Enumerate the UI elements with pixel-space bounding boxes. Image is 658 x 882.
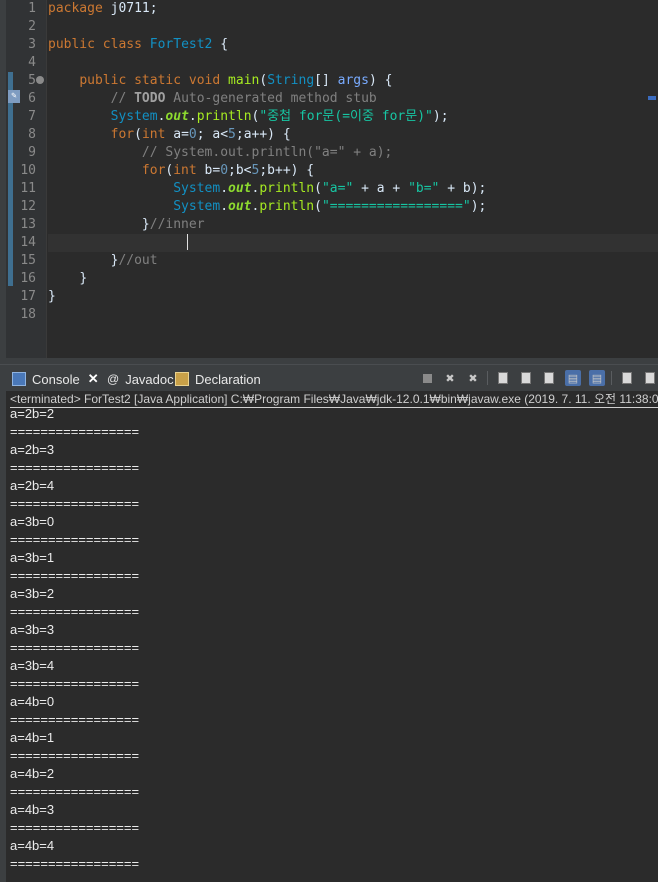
line-number: 16	[20, 271, 36, 286]
console-status-label: <terminated> ForTest2 [Java Application]…	[10, 391, 658, 408]
console-line: =================	[10, 640, 140, 655]
console-line: =================	[10, 856, 140, 871]
line-number: 1	[28, 1, 36, 16]
console-line: a=3b=4	[10, 658, 55, 673]
word-wrap-button[interactable]	[541, 370, 557, 386]
code-line: public static void main(String[] args) {	[79, 73, 393, 88]
display-console-button[interactable]	[642, 370, 658, 386]
console-line: a=4b=1	[10, 730, 55, 745]
console-line: a=3b=1	[10, 550, 55, 565]
tab-console-label: Console	[32, 371, 80, 387]
close-icon[interactable]: ✕	[88, 371, 99, 387]
line-number: 12	[20, 199, 36, 214]
code-line: System.out.println("a=" + a + "b=" + b);	[173, 181, 487, 196]
stop-icon	[422, 373, 432, 383]
terminate-button[interactable]	[419, 370, 435, 386]
console-line: a=2b=3	[10, 442, 55, 457]
line-number: 15	[20, 253, 36, 268]
stdout-icon: ▤	[567, 372, 579, 385]
remove-all-icon: ✖	[468, 372, 478, 385]
view-tab-bar: Console ✕ @ Javadoc Declaration ✖ ✖ ▤ ▤	[0, 364, 658, 392]
line-number: 17	[20, 289, 36, 304]
line-number: 5	[28, 73, 36, 88]
console-line: =================	[10, 424, 140, 439]
current-code-line	[48, 234, 658, 252]
console-line: a=4b=0	[10, 694, 55, 709]
console-line: =================	[10, 496, 140, 511]
tab-javadoc[interactable]: @ Javadoc	[107, 369, 174, 389]
console-line: =================	[10, 532, 140, 547]
code-line: for(int b=0;b<5;b++) {	[141, 163, 315, 178]
console-line: =================	[10, 712, 140, 727]
console-line: =================	[10, 604, 140, 619]
console-line: a=3b=0	[10, 514, 55, 529]
show-on-stderr-button[interactable]: ▤	[589, 370, 605, 386]
console-line: =================	[10, 568, 140, 583]
code-line: System.out.println("=================");	[173, 199, 487, 214]
tab-declaration-label: Declaration	[195, 371, 261, 387]
code-line: public class ForTest2 {	[48, 37, 229, 52]
line-number: 2	[28, 19, 36, 34]
console-line: a=2b=4	[10, 478, 55, 493]
fold-collapse-icon[interactable]	[36, 76, 44, 84]
console-line: =================	[10, 820, 140, 835]
console-line: a=4b=4	[10, 838, 55, 853]
javadoc-icon: @	[107, 372, 120, 386]
tab-javadoc-label: Javadoc	[125, 371, 174, 387]
console-output[interactable]: <terminated> ForTest2 [Java Application]…	[6, 391, 658, 882]
line-number: 18	[20, 307, 36, 322]
line-number: 8	[28, 127, 36, 142]
console-line: =================	[10, 460, 140, 475]
line-number: 14	[20, 235, 36, 250]
text-caret	[187, 234, 188, 250]
console-icon	[12, 372, 26, 386]
line-number: 10	[20, 163, 36, 178]
console-line: a=3b=2	[10, 586, 55, 601]
code-line: // System.out.println("a=" + a);	[141, 145, 393, 160]
remove-all-terminated-button[interactable]: ✖	[465, 370, 481, 386]
code-line: for(int a=0; a<5;a++) {	[110, 127, 291, 142]
console-line: a=4b=3	[10, 802, 55, 817]
console-line: a=3b=3	[10, 622, 55, 637]
line-number: 6	[28, 91, 36, 106]
code-line: }	[79, 271, 88, 286]
overview-ruler-marker[interactable]	[648, 96, 656, 100]
scroll-lock-icon	[521, 372, 531, 384]
toolbar-separator	[487, 371, 488, 385]
tab-console[interactable]: Console ✕	[12, 369, 99, 389]
line-number: 4	[28, 55, 36, 70]
remove-icon: ✖	[445, 372, 455, 385]
tab-declaration[interactable]: Declaration	[175, 369, 261, 389]
clear-console-icon	[498, 372, 508, 384]
monitor-icon	[645, 372, 655, 384]
stderr-icon: ▤	[591, 372, 603, 385]
console-line: =================	[10, 748, 140, 763]
pin-icon	[622, 372, 632, 384]
line-number: 3	[28, 37, 36, 52]
line-number: 9	[28, 145, 36, 160]
word-wrap-icon	[544, 372, 554, 384]
code-line: }//inner	[141, 217, 205, 232]
toolbar-separator	[611, 371, 612, 385]
code-line: }	[48, 289, 56, 304]
line-number-gutter: ✎ 1 2 3 4 5 6 7 8 9 10 11 12 13 14 15 16…	[6, 0, 47, 358]
declaration-icon	[175, 372, 189, 386]
remove-launch-button[interactable]: ✖	[442, 370, 458, 386]
code-line: package j0711;	[48, 1, 158, 16]
code-editor[interactable]: ✎ 1 2 3 4 5 6 7 8 9 10 11 12 13 14 15 16…	[6, 0, 658, 358]
pin-console-button[interactable]	[619, 370, 635, 386]
line-number: 11	[20, 181, 36, 196]
console-line: a=4b=2	[10, 766, 55, 781]
code-line: }//out	[110, 253, 158, 268]
line-number: 13	[20, 217, 36, 232]
console-line: =================	[10, 784, 140, 799]
scroll-lock-button[interactable]	[518, 370, 534, 386]
console-line: =================	[10, 676, 140, 691]
line-number: 7	[28, 109, 36, 124]
code-line: System.out.println("중첩 for문(=이중 for문)");	[110, 109, 449, 124]
clear-console-button[interactable]	[495, 370, 511, 386]
show-on-stdout-button[interactable]: ▤	[565, 370, 581, 386]
code-line: // TODO Auto-generated method stub	[110, 91, 377, 106]
